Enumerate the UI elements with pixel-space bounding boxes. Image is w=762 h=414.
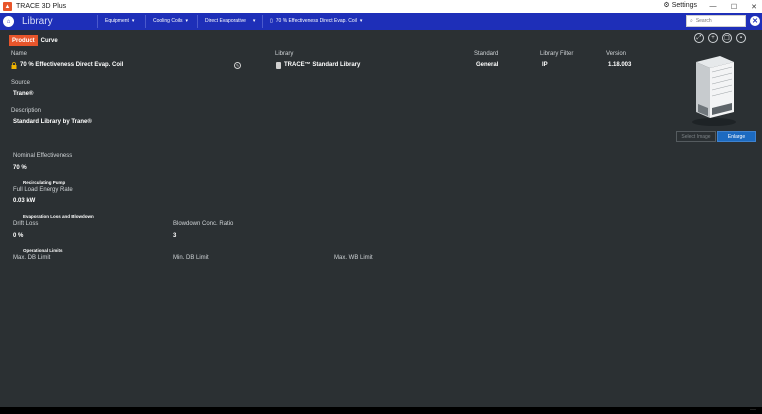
status-bar: ··· [0, 407, 762, 414]
tab-bar: Product Curve [9, 35, 61, 46]
source-label: Source [11, 80, 31, 86]
nav-divider [197, 15, 198, 28]
nav-divider [262, 15, 263, 28]
breadcrumb-direct-evaporative[interactable]: Direct Evaporative ▾ [205, 18, 255, 24]
nav-bar: ⌂ Library Equipment ▾ Cooling Coils ▾ Di… [0, 13, 762, 30]
nav-title: Library [22, 16, 53, 27]
recirculating-pump-header: Recirculating Pump [23, 180, 66, 185]
settings-button[interactable]: ⚙ Settings [663, 1, 697, 10]
description-value: Standard Library by Trane® [13, 119, 92, 125]
lock-icon [11, 62, 17, 69]
breadcrumb-label: Direct Evaporative [205, 18, 246, 24]
breadcrumb-label: 70 % Effectiveness Direct Evap. Coil [275, 18, 357, 24]
max-db-limit-label: Max. DB Limit [13, 255, 51, 261]
chevron-down-icon: ▾ [131, 18, 135, 24]
window-titlebar: ▲ TRACE 3D Plus ⚙ Settings — ☐ ✕ [0, 0, 762, 13]
product-name: 70 % Effectiveness Direct Evap. Coil [20, 62, 124, 68]
enlarge-button[interactable]: Enlarge [717, 131, 756, 142]
search-icon: ⌕ [690, 18, 693, 24]
select-image-button[interactable]: Select Image [676, 131, 716, 142]
version-value: 1.18.003 [608, 62, 632, 68]
standard-value: General [476, 62, 499, 68]
min-db-limit-label: Min. DB Limit [173, 255, 209, 261]
source-value: Trane® [13, 91, 34, 97]
more-icon[interactable]: ··· [750, 407, 756, 413]
library-filter-value: IP [542, 62, 548, 68]
delete-icon[interactable]: ▪ [736, 33, 746, 43]
breadcrumb-label: Cooling Coils [153, 18, 183, 24]
full-load-energy-rate-value: 0.03 kW [13, 198, 36, 204]
copy-icon[interactable]: ❐ [722, 33, 732, 43]
description-label: Description [11, 108, 42, 114]
close-window-button[interactable]: ✕ [744, 0, 762, 13]
logo-icon[interactable]: ⌂ [3, 16, 14, 27]
library-icon [276, 62, 281, 69]
product-image [692, 56, 736, 126]
library-label: Library [275, 51, 294, 57]
chevron-down-icon: ▾ [359, 18, 363, 24]
drift-loss-value: 0 % [13, 233, 24, 239]
breadcrumb-label: Equipment [105, 18, 129, 24]
search-placeholder: Search [695, 18, 712, 24]
max-wb-limit-label: Max. WB Limit [334, 255, 373, 261]
drift-loss-label: Drift Loss [13, 221, 39, 227]
blowdown-value: 3 [173, 233, 177, 239]
search-input[interactable]: ⌕ Search [686, 15, 746, 27]
full-load-energy-rate-label: Full Load Energy Rate [13, 187, 73, 193]
close-icon[interactable]: ✕ [750, 16, 760, 26]
library-filter-label: Library Filter [540, 51, 574, 57]
document-icon: ▯ [270, 18, 273, 24]
nominal-effectiveness-label: Nominal Effectiveness [13, 153, 73, 159]
maximize-button[interactable]: ☐ [724, 0, 744, 13]
blowdown-label: Blowdown Conc. Ratio [173, 221, 234, 227]
gear-icon: ⚙ [663, 2, 670, 9]
edit-icon[interactable]: ✎ [234, 62, 241, 69]
chevron-down-icon: ▾ [185, 18, 188, 24]
evaporation-loss-header: Evaporation Loss and Blowdown [23, 214, 94, 219]
breadcrumb-cooling-coils[interactable]: Cooling Coils ▾ [153, 18, 188, 24]
standard-label: Standard [474, 51, 499, 57]
tab-product[interactable]: Product [9, 35, 38, 46]
name-label: Name [11, 51, 28, 57]
minimize-button[interactable]: — [703, 0, 723, 13]
toolbar: ⤢ + ❐ ▪ [694, 33, 746, 43]
chevron-down-icon: ▾ [252, 18, 256, 24]
nav-divider [145, 15, 146, 28]
nav-divider [97, 15, 98, 28]
library-value: TRACE™ Standard Library [284, 62, 361, 68]
breadcrumb-equipment[interactable]: Equipment ▾ [105, 18, 134, 24]
app-icon: ▲ [3, 2, 12, 11]
window-title: TRACE 3D Plus [16, 3, 67, 10]
nominal-effectiveness-value: 70 % [13, 165, 27, 171]
version-label: Version [606, 51, 627, 57]
operational-limits-header: Operational Limits [23, 248, 63, 253]
add-icon[interactable]: + [708, 33, 718, 43]
settings-label: Settings [671, 1, 697, 9]
breadcrumb-current-item[interactable]: ▯ 70 % Effectiveness Direct Evap. Coil ▾ [270, 18, 362, 24]
tab-curve[interactable]: Curve [38, 35, 61, 46]
collapse-icon[interactable]: ⤢ [694, 33, 704, 43]
